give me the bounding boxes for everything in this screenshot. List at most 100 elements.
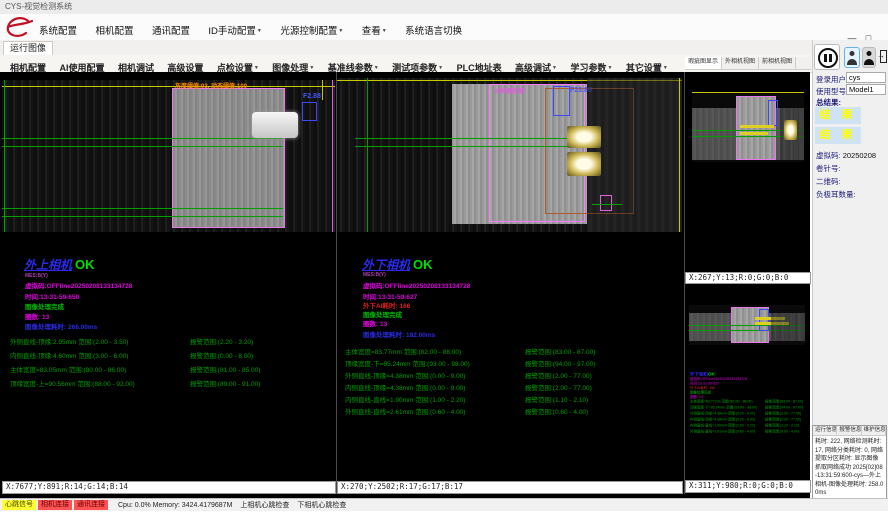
edge-line-magenta <box>332 80 333 232</box>
exit-button[interactable]: → <box>878 47 888 68</box>
window-title: CYS-视觉检测系统 <box>5 2 72 11</box>
middle-virtual-code: 虚拟码:OFFline20250208133134728 <box>363 280 470 290</box>
marker-line-green <box>592 204 622 205</box>
dropdown-arrow-icon: ▼ <box>552 65 557 71</box>
thumb2-result-minitext: 外下相机OK 虚拟码:OFFline20250208133134728 时间:1… <box>690 372 808 472</box>
thumb-tab-bar: 瑕疵图显示 外相机视图 前相机视图 <box>685 57 811 70</box>
middle-measurements: 主体宽度=83.77mm 范围:(82.00 - 88.00) 顶缘宽度-下=9… <box>345 346 470 418</box>
app-window: CYS-视觉检测系统 系统配置 相机配置 通讯配置 ID手动配置▼ 光源控制配置… <box>0 0 888 522</box>
status-bar: 心跳信号 相机连接 通讯连接 Cpu: 0.0% Memory: 3424.41… <box>0 498 888 511</box>
pause-button[interactable] <box>814 44 840 70</box>
menu-item-comm-config[interactable]: 通讯配置 <box>149 22 193 38</box>
thumb-tab-front-camera[interactable]: 前相机视图 <box>759 57 796 69</box>
focus-rect-blue <box>768 100 778 126</box>
middle-turn-count: 圈数: 13 <box>363 318 387 328</box>
dark-right-region <box>771 313 805 341</box>
virtual-code-label: 虚拟码: 20250208 <box>816 150 876 161</box>
title-bar: CYS-视觉检测系统 <box>0 0 888 14</box>
result-badge-upper: 结 果 <box>815 107 861 124</box>
edge-line-green <box>367 78 368 232</box>
focus-rect-blue <box>553 86 570 116</box>
login-user-field[interactable] <box>846 72 886 83</box>
user-icon <box>845 48 859 67</box>
left-mes-note: MES:B(Y) <box>25 273 48 279</box>
thumb2-image[interactable] <box>689 305 805 345</box>
log-text: 耗时: 222, 网络检测耗时: 17, 网络分类耗时: 0, 网络提取分区耗时… <box>813 436 886 500</box>
left-panel-title: 外上相机OK <box>24 256 95 273</box>
focus-rect-blue <box>759 309 769 331</box>
middle-camera-image[interactable]: AI检测区域 F23.80 <box>337 78 682 232</box>
tab-bar: 运行图像 <box>0 40 888 56</box>
cpu-memory-readout: Cpu: 0.0% Memory: 3424.4179687M <box>118 502 232 509</box>
dropdown-arrow-icon: ▼ <box>607 65 612 71</box>
left-time: 时间:13-31-59-650 <box>25 291 79 301</box>
threshold-overlay-label: 灰度阈值:93, 动态阈值:100 <box>175 81 247 90</box>
left-turn-count: 圈数: 13 <box>25 311 49 321</box>
ai-region-label: AI检测区域 <box>494 86 524 95</box>
dropdown-arrow-icon: ▼ <box>374 65 379 71</box>
dropdown-arrow-icon: ▼ <box>663 65 668 71</box>
log-tab-maintain-info[interactable]: 维护信息 <box>862 426 886 435</box>
menu-item-system-config[interactable]: 系统配置 <box>36 22 80 38</box>
measure-line-green <box>2 216 283 217</box>
tab-run-image[interactable]: 运行图像 <box>3 41 53 55</box>
tab-glow-highlight <box>784 120 797 140</box>
calibration-line-yellow <box>2 86 335 87</box>
menu-bar: 系统配置 相机配置 通讯配置 ID手动配置▼ 光源控制配置▼ 查看▼ 系统语言切… <box>0 14 888 41</box>
menu-item-id-manual-config[interactable]: ID手动配置▼ <box>205 22 264 38</box>
pause-icon <box>818 48 838 68</box>
marker-rect-magenta <box>600 195 612 211</box>
tab-part-highlight <box>252 112 298 138</box>
exit-arrow-icon: → <box>877 52 885 60</box>
left-virtual-code: 虚拟码:OFFline20250208133134728 <box>25 280 132 290</box>
menu-items: 系统配置 相机配置 通讯配置 ID手动配置▼ 光源控制配置▼ 查看▼ 系统语言切… <box>36 21 473 39</box>
log-tab-run-info[interactable]: 运行信息 <box>813 426 837 435</box>
thumb-tab-outer-camera[interactable]: 外相机视图 <box>722 57 759 69</box>
focus-rect-blue <box>302 102 317 121</box>
tab-glow-highlight <box>567 126 601 148</box>
thumb2-coord-readout: X:311;Y:980;R:0;G:0;B:0 <box>685 480 811 493</box>
virtual-code-value: 20250208 <box>843 151 876 160</box>
anode-tab-count-label: 负极耳数量: <box>816 189 856 200</box>
middle-panel-title: 外下相机OK <box>362 256 433 273</box>
middle-alarm-ranges: 报警范围:(83.00 - 87.00) 报警范围:(94.00 - 97.00… <box>525 346 595 418</box>
tab-glow-highlight <box>567 152 601 176</box>
result-badge-lower: 结 果 <box>815 127 861 144</box>
middle-result-ok: OK <box>413 257 433 272</box>
measure-line-green <box>2 146 283 147</box>
thumb-tab-defect-view[interactable]: 瑕疵图显示 <box>685 57 722 69</box>
left-result-ok: OK <box>75 257 95 272</box>
thumb1-image[interactable] <box>692 92 804 162</box>
menu-item-view[interactable]: 查看▼ <box>359 22 390 38</box>
menu-item-light-control-config[interactable]: 光源控制配置▼ <box>277 22 346 38</box>
dropdown-arrow-icon: ▼ <box>257 28 262 34</box>
login-user-label: 登录用户: <box>816 74 848 85</box>
log-tab-bar: 运行信息 报警信息 维护信息 <box>813 426 886 436</box>
measure-line-green <box>355 138 585 139</box>
menu-item-language-switch[interactable]: 系统语言切换 <box>402 22 465 38</box>
dropdown-arrow-icon: ▼ <box>309 65 314 71</box>
qrcode-label: 二维码: <box>816 176 841 187</box>
log-tab-alarm-info[interactable]: 报警信息 <box>837 426 861 435</box>
middle-coord-readout: X:270;Y:2502;R:17;G:17;B:17 <box>337 481 683 494</box>
measure-line-green <box>355 146 585 147</box>
menu-item-camera-config[interactable]: 相机配置 <box>92 22 136 38</box>
focus-overlay-label: F2.88 <box>303 93 321 100</box>
heartbeat-badge: 心跳信号 <box>2 500 36 510</box>
measure-line-green <box>2 138 283 139</box>
annotation-text-yellow <box>740 125 774 128</box>
dropdown-arrow-icon: ▼ <box>438 65 443 71</box>
reel-needle-label: 卷针号: <box>816 163 841 174</box>
left-alarm-ranges: 报警范围:(2.20 - 3.20) 报警范围:(0.00 - 8.00) 报警… <box>190 336 260 392</box>
middle-mes-note: MES:B(Y) <box>363 272 386 278</box>
left-measurements: 外侧直线-顶缘:2.95mm 范围:(2.00 - 3.50) 内侧直线-顶缘:… <box>10 336 135 392</box>
user-manage-button[interactable] <box>862 47 876 68</box>
thumb1-coord-readout: X:267;Y:13;R:0;G:0;B:0 <box>685 272 811 284</box>
annotation-text-yellow <box>740 132 768 135</box>
login-user-button[interactable] <box>844 47 860 68</box>
left-camera-image[interactable]: 灰度阈值:93, 动态阈值:100 F2.88 <box>2 80 335 232</box>
camera-connect-badge: 相机连接 <box>38 500 72 510</box>
dropdown-arrow-icon: ▼ <box>382 28 387 34</box>
model-field[interactable] <box>846 84 886 95</box>
comm-connect-badge: 通讯连接 <box>74 500 108 510</box>
